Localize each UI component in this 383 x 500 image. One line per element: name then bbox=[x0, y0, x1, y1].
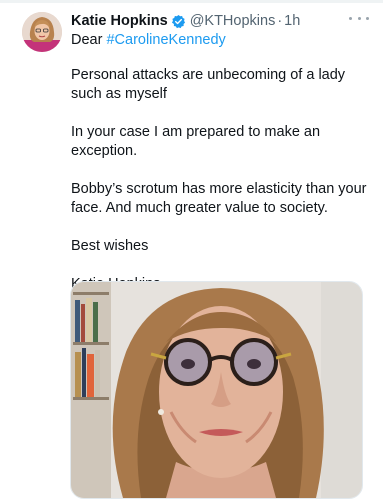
tweet-paragraph: Bobby’s scrotum has more elasticity than… bbox=[71, 181, 367, 216]
tweet[interactable]: Katie Hopkins @KTHopkins · 1h Dear #Caro… bbox=[0, 0, 383, 500]
tweet-paragraph: Personal attacks are unbecoming of a lad… bbox=[71, 67, 346, 102]
tweet-paragraph: In your case I am prepared to make an ex… bbox=[71, 124, 321, 159]
avatar[interactable] bbox=[22, 12, 62, 52]
more-options-icon[interactable] bbox=[349, 12, 369, 24]
author-handle[interactable]: @KTHopkins bbox=[190, 13, 276, 29]
reply-prefix: Dear bbox=[71, 32, 107, 48]
tweet-paragraph: Best wishes bbox=[71, 238, 149, 254]
author-name[interactable]: Katie Hopkins bbox=[71, 13, 168, 29]
tweet-body: Personal attacks are unbecoming of a lad… bbox=[71, 66, 371, 313]
verified-badge-icon bbox=[171, 14, 186, 29]
tweet-timestamp[interactable]: 1h bbox=[284, 13, 300, 29]
hashtag-link[interactable]: #CarolineKennedy bbox=[106, 32, 225, 48]
separator-dot: · bbox=[277, 13, 283, 29]
tweet-header: Katie Hopkins @KTHopkins · 1h bbox=[71, 11, 369, 31]
reply-line: Dear #CarolineKennedy bbox=[71, 31, 226, 49]
tweet-media-image[interactable] bbox=[70, 281, 363, 499]
avatar-image bbox=[22, 12, 62, 52]
